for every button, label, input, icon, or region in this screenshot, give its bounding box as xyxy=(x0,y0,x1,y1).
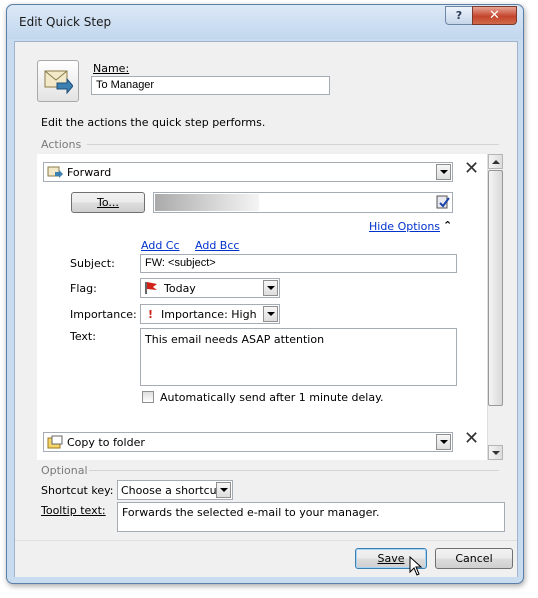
scroll-up-button[interactable] xyxy=(488,154,503,169)
actions-divider xyxy=(87,144,499,145)
to-field[interactable] xyxy=(153,192,453,213)
chevron-down-icon[interactable] xyxy=(263,306,278,322)
flag-select[interactable]: Today xyxy=(140,278,280,298)
shortcut-value: Choose a shortcut xyxy=(121,483,221,497)
actions-section-label: Actions xyxy=(41,138,82,151)
close-icon: ✕ xyxy=(489,8,500,23)
high-importance-icon: ! xyxy=(148,307,154,321)
text-field[interactable]: This email needs ASAP attention xyxy=(140,328,457,386)
remove-action-icon[interactable]: ✕ xyxy=(464,428,479,449)
chevron-down-icon[interactable] xyxy=(436,434,451,450)
optional-section-label: Optional xyxy=(41,464,88,477)
edit-quick-step-dialog: Edit Quick Step ? ✕ Name: Edit the actio… xyxy=(6,4,524,584)
autosend-checkbox[interactable] xyxy=(142,391,154,403)
chevron-down-icon[interactable] xyxy=(263,280,278,296)
cancel-button-label: Cancel xyxy=(455,552,493,565)
scroll-thumb[interactable] xyxy=(488,170,503,406)
text-label: Text: xyxy=(70,330,96,343)
tooltip-label: Tooltip text: xyxy=(41,504,106,517)
action-forward-select[interactable]: Forward xyxy=(43,162,453,182)
name-label: Name: xyxy=(93,62,130,75)
actions-scrollbar[interactable] xyxy=(487,154,503,460)
hide-options-link[interactable]: Hide Options xyxy=(369,220,440,233)
collapse-chevron-icon[interactable]: ⌃ xyxy=(443,219,452,232)
quick-step-icon-button[interactable] xyxy=(37,60,79,102)
chevron-down-icon[interactable] xyxy=(216,482,231,498)
chevron-down-icon[interactable] xyxy=(436,164,451,180)
add-bcc-link[interactable]: Add Bcc xyxy=(195,239,239,252)
text-value: This email needs ASAP attention xyxy=(145,333,325,346)
help-icon: ? xyxy=(455,9,463,22)
title-bar[interactable]: Edit Quick Step ? ✕ xyxy=(7,5,523,39)
intro-text: Edit the actions the quick step performs… xyxy=(41,116,266,129)
action-copy-to-folder-select[interactable]: Copy to folder xyxy=(43,432,453,452)
envelope-arrow-icon xyxy=(44,70,73,95)
redacted-recipient xyxy=(155,194,259,211)
red-flag-icon xyxy=(145,282,157,294)
to-button[interactable]: To... xyxy=(71,192,145,213)
importance-label: Importance: xyxy=(70,308,137,321)
chevron-down-icon xyxy=(491,450,500,455)
name-field[interactable] xyxy=(91,76,330,95)
dialog-body: Name: Edit the actions the quick step pe… xyxy=(14,41,518,577)
save-button-label: Save xyxy=(377,552,405,565)
remove-action-icon[interactable]: ✕ xyxy=(464,158,479,179)
flag-value: Today xyxy=(164,281,196,295)
importance-value: Importance: High xyxy=(161,307,257,321)
tooltip-field[interactable]: Forwards the selected e-mail to your man… xyxy=(117,502,505,532)
shortcut-select[interactable]: Choose a shortcut xyxy=(117,480,233,500)
mouse-cursor-icon xyxy=(409,556,423,576)
forward-mail-icon xyxy=(47,166,63,178)
to-button-label: To... xyxy=(97,196,119,209)
tooltip-value: Forwards the selected e-mail to your man… xyxy=(122,506,380,519)
cancel-button[interactable]: Cancel xyxy=(435,548,513,569)
subject-field[interactable] xyxy=(140,254,457,273)
close-button[interactable]: ✕ xyxy=(472,6,517,25)
importance-select[interactable]: ! Importance: High xyxy=(140,304,280,324)
action-copy-to-folder-value: Copy to folder xyxy=(67,435,145,449)
chevron-up-icon xyxy=(491,159,500,164)
subject-label: Subject: xyxy=(70,257,115,270)
address-book-check-icon[interactable] xyxy=(436,195,450,209)
autosend-label: Automatically send after 1 minute delay. xyxy=(160,391,384,404)
help-button[interactable]: ? xyxy=(445,6,472,25)
action-forward-value: Forward xyxy=(67,165,112,179)
copy-to-folder-icon xyxy=(47,435,63,449)
optional-divider xyxy=(89,470,499,471)
dialog-title: Edit Quick Step xyxy=(19,15,112,29)
flag-label: Flag: xyxy=(70,282,97,295)
scroll-down-button[interactable] xyxy=(488,445,503,460)
shortcut-label: Shortcut key: xyxy=(41,484,114,497)
add-cc-link[interactable]: Add Cc xyxy=(141,239,180,252)
